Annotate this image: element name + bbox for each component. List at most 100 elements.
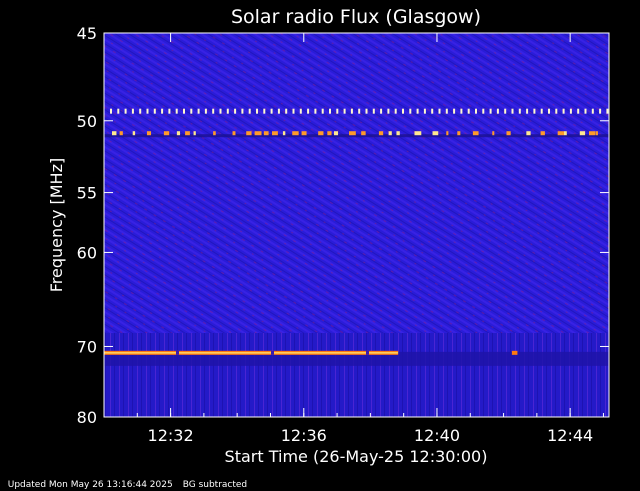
interference-mark <box>595 131 598 136</box>
interference-mark <box>589 131 596 136</box>
interference-mark <box>175 108 178 114</box>
interference-mark <box>526 108 529 114</box>
interference-mark <box>168 108 171 114</box>
interference-mark <box>475 108 477 114</box>
interference-mark <box>416 108 419 114</box>
interference-mark <box>119 131 123 136</box>
interference-mark <box>446 131 449 136</box>
chart-title: Solar radio Flux (Glasgow) <box>231 6 481 28</box>
interference-mark <box>396 131 400 136</box>
interference-mark <box>112 131 117 136</box>
interference-mark <box>282 131 286 136</box>
interference-mark <box>212 108 215 114</box>
interference-mark <box>584 108 587 114</box>
updated-timestamp: Updated Mon May 26 13:16:44 2025 <box>7 480 173 490</box>
interference-mark <box>349 131 356 136</box>
interference-mark <box>372 108 375 114</box>
y-tick-label: 80 <box>77 408 97 427</box>
interference-mark <box>219 108 222 114</box>
interference-mark <box>526 131 531 136</box>
interference-mark <box>358 108 361 114</box>
interference-mark <box>292 108 295 114</box>
interference-mark <box>333 131 339 136</box>
y-tick-label: 55 <box>77 184 97 203</box>
interference-mark <box>388 131 392 136</box>
interference-mark <box>327 131 332 136</box>
interference-gap <box>271 350 274 355</box>
interference-mark <box>562 108 565 114</box>
interference-mark <box>176 131 181 136</box>
interference-mark <box>254 131 262 136</box>
x-tick-label: 12:44 <box>547 426 593 445</box>
interference-mark <box>241 108 244 114</box>
interference-mark <box>423 108 426 114</box>
interference-mark <box>482 108 485 114</box>
interference-mark <box>270 108 273 114</box>
interference-mark <box>365 108 368 114</box>
interference-mark <box>272 131 278 136</box>
interference-mark <box>336 108 339 114</box>
interference-mark <box>285 108 288 114</box>
interference-mark <box>606 108 609 114</box>
interference-mark <box>139 108 142 114</box>
x-tick-label: 12:40 <box>414 426 460 445</box>
interference-mark <box>361 131 366 136</box>
interference-mark <box>540 108 543 114</box>
interference-mark <box>204 108 207 114</box>
interference-mark <box>599 108 602 114</box>
interference-mark <box>299 108 302 114</box>
interference-mark <box>226 108 229 114</box>
interference-mark <box>453 108 456 114</box>
interference-mark <box>185 131 190 136</box>
interference-mark <box>533 108 536 114</box>
interference-mark <box>132 131 136 136</box>
interference-mark <box>246 131 252 136</box>
interference-mark <box>394 108 397 114</box>
interference-mark <box>402 108 404 114</box>
interference-mark <box>472 131 479 136</box>
interference-mark <box>489 108 492 114</box>
interference-mark <box>318 131 324 136</box>
interference-mark <box>569 108 572 114</box>
interference-mark <box>232 131 236 136</box>
interference-gap <box>366 350 369 355</box>
interference-mark <box>378 131 384 136</box>
x-tick-label: 12:32 <box>148 426 194 445</box>
interference-mark <box>301 131 307 136</box>
interference-mark <box>292 131 299 136</box>
interference-mark <box>263 108 266 114</box>
y-axis-label: Frequency [MHz] <box>47 158 66 292</box>
interference-mark <box>350 108 353 114</box>
interference-band-core <box>104 352 399 354</box>
interference-mark <box>460 108 463 114</box>
interference-mark <box>343 108 346 114</box>
interference-mark <box>431 108 434 114</box>
interference-mark <box>146 108 149 114</box>
interference-mark <box>190 108 193 114</box>
interference-mark <box>564 131 567 136</box>
interference-mark <box>124 108 127 114</box>
interference-mark <box>496 108 499 114</box>
interference-mark <box>213 131 216 136</box>
interference-mark <box>540 131 545 136</box>
interference-mark <box>234 108 237 114</box>
interference-mark <box>117 108 120 114</box>
interference-mark <box>445 108 448 114</box>
interference-mark <box>153 108 156 114</box>
interference-mark <box>314 108 317 114</box>
interference-spot <box>511 350 518 355</box>
y-tick-label: 45 <box>77 24 97 43</box>
interference-mark <box>248 108 251 114</box>
interference-mark <box>307 108 310 114</box>
y-tick-label: 60 <box>77 243 97 262</box>
interference-mark <box>548 108 550 114</box>
interference-mark <box>131 108 134 114</box>
interference-mark <box>183 108 185 114</box>
interference-mark <box>197 108 200 114</box>
interference-mark <box>457 131 461 136</box>
interference-mark <box>518 108 521 114</box>
interference-mark <box>511 108 514 114</box>
x-axis-label: Start Time (26-May-25 12:30:00) <box>225 447 488 466</box>
interference-mark <box>557 131 565 136</box>
interference-mark <box>504 108 507 114</box>
